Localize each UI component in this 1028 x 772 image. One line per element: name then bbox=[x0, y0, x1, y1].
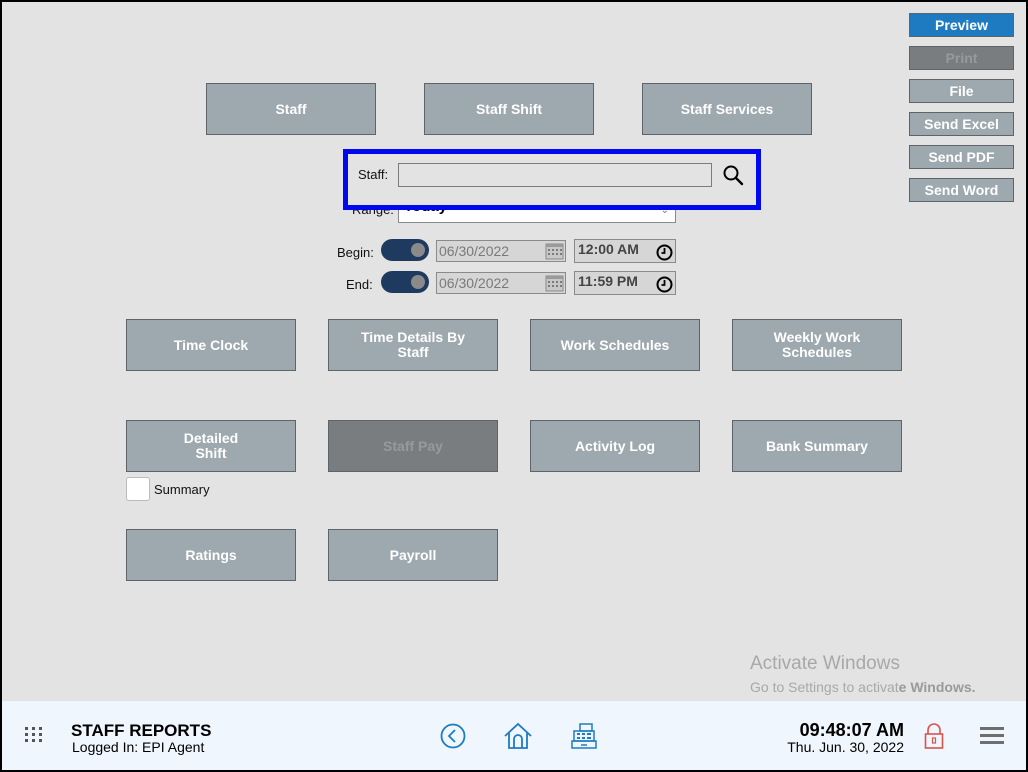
summary-label: Summary bbox=[154, 482, 210, 497]
tab-staff-services[interactable]: Staff Services bbox=[642, 83, 812, 135]
calendar-icon[interactable] bbox=[545, 274, 564, 292]
button-label: Weekly Work bbox=[773, 329, 861, 345]
search-icon[interactable] bbox=[722, 164, 744, 186]
apps-grid-icon[interactable] bbox=[25, 727, 43, 743]
home-icon[interactable] bbox=[503, 722, 533, 750]
ratings-button[interactable]: Ratings bbox=[126, 529, 296, 581]
clock-icon[interactable] bbox=[656, 276, 673, 293]
summary-checkbox[interactable] bbox=[126, 477, 150, 501]
page-title: STAFF REPORTS bbox=[71, 721, 212, 740]
button-label: Shift bbox=[195, 445, 227, 461]
preview-button[interactable]: Preview bbox=[909, 13, 1014, 37]
send-excel-button[interactable]: Send Excel bbox=[909, 112, 1014, 136]
current-date: Thu. Jun. 30, 2022 bbox=[787, 739, 904, 755]
end-label: End: bbox=[346, 277, 373, 292]
button-label: Schedules bbox=[781, 344, 853, 360]
send-pdf-button[interactable]: Send PDF bbox=[909, 145, 1014, 169]
button-label: Time Details By bbox=[360, 329, 465, 345]
cash-register-icon[interactable] bbox=[570, 723, 598, 750]
staff-label: Staff: bbox=[358, 167, 389, 182]
weekly-work-schedules-button[interactable]: Weekly Work Schedules bbox=[732, 319, 902, 371]
clock-icon[interactable] bbox=[656, 244, 673, 261]
menu-icon[interactable] bbox=[980, 727, 1004, 745]
time-details-by-staff-button[interactable]: Time Details By Staff bbox=[328, 319, 498, 371]
activity-log-button[interactable]: Activity Log bbox=[530, 420, 700, 472]
begin-toggle[interactable] bbox=[381, 239, 429, 261]
payroll-button[interactable]: Payroll bbox=[328, 529, 498, 581]
work-schedules-button[interactable]: Work Schedules bbox=[530, 319, 700, 371]
footer-bar: STAFF REPORTS Logged In: EPI Agent 09:48… bbox=[2, 701, 1026, 770]
tab-staff-shift[interactable]: Staff Shift bbox=[424, 83, 594, 135]
begin-date-value: 06/30/2022 bbox=[439, 243, 510, 259]
end-date-value: 06/30/2022 bbox=[439, 275, 510, 291]
button-label: Detailed bbox=[183, 430, 239, 446]
staff-pay-button: Staff Pay bbox=[328, 420, 498, 472]
back-icon[interactable] bbox=[440, 723, 466, 749]
begin-label: Begin: bbox=[337, 245, 374, 260]
begin-time-value: 12:00 AM bbox=[578, 241, 639, 257]
calendar-icon[interactable] bbox=[545, 242, 564, 260]
send-word-button[interactable]: Send Word bbox=[909, 178, 1014, 202]
bank-summary-button[interactable]: Bank Summary bbox=[732, 420, 902, 472]
button-label: Staff bbox=[397, 344, 429, 360]
activate-windows-title: Activate Windows bbox=[750, 653, 900, 674]
detailed-shift-button[interactable]: Detailed Shift bbox=[126, 420, 296, 472]
file-button[interactable]: File bbox=[909, 79, 1014, 103]
tab-staff[interactable]: Staff bbox=[206, 83, 376, 135]
logged-in-user: Logged In: EPI Agent bbox=[72, 739, 205, 755]
activate-windows-subtitle: Go to Settings to activate Windows. bbox=[750, 679, 976, 695]
staff-input[interactable] bbox=[398, 163, 712, 187]
end-time-value: 11:59 PM bbox=[578, 273, 638, 289]
current-time: 09:48:07 AM bbox=[799, 720, 904, 740]
print-button: Print bbox=[909, 46, 1014, 70]
end-toggle[interactable] bbox=[381, 271, 429, 293]
staff-reports-window: Preview Print File Send Excel Send PDF S… bbox=[2, 2, 1026, 770]
lock-icon[interactable] bbox=[924, 722, 944, 750]
time-clock-button[interactable]: Time Clock bbox=[126, 319, 296, 371]
